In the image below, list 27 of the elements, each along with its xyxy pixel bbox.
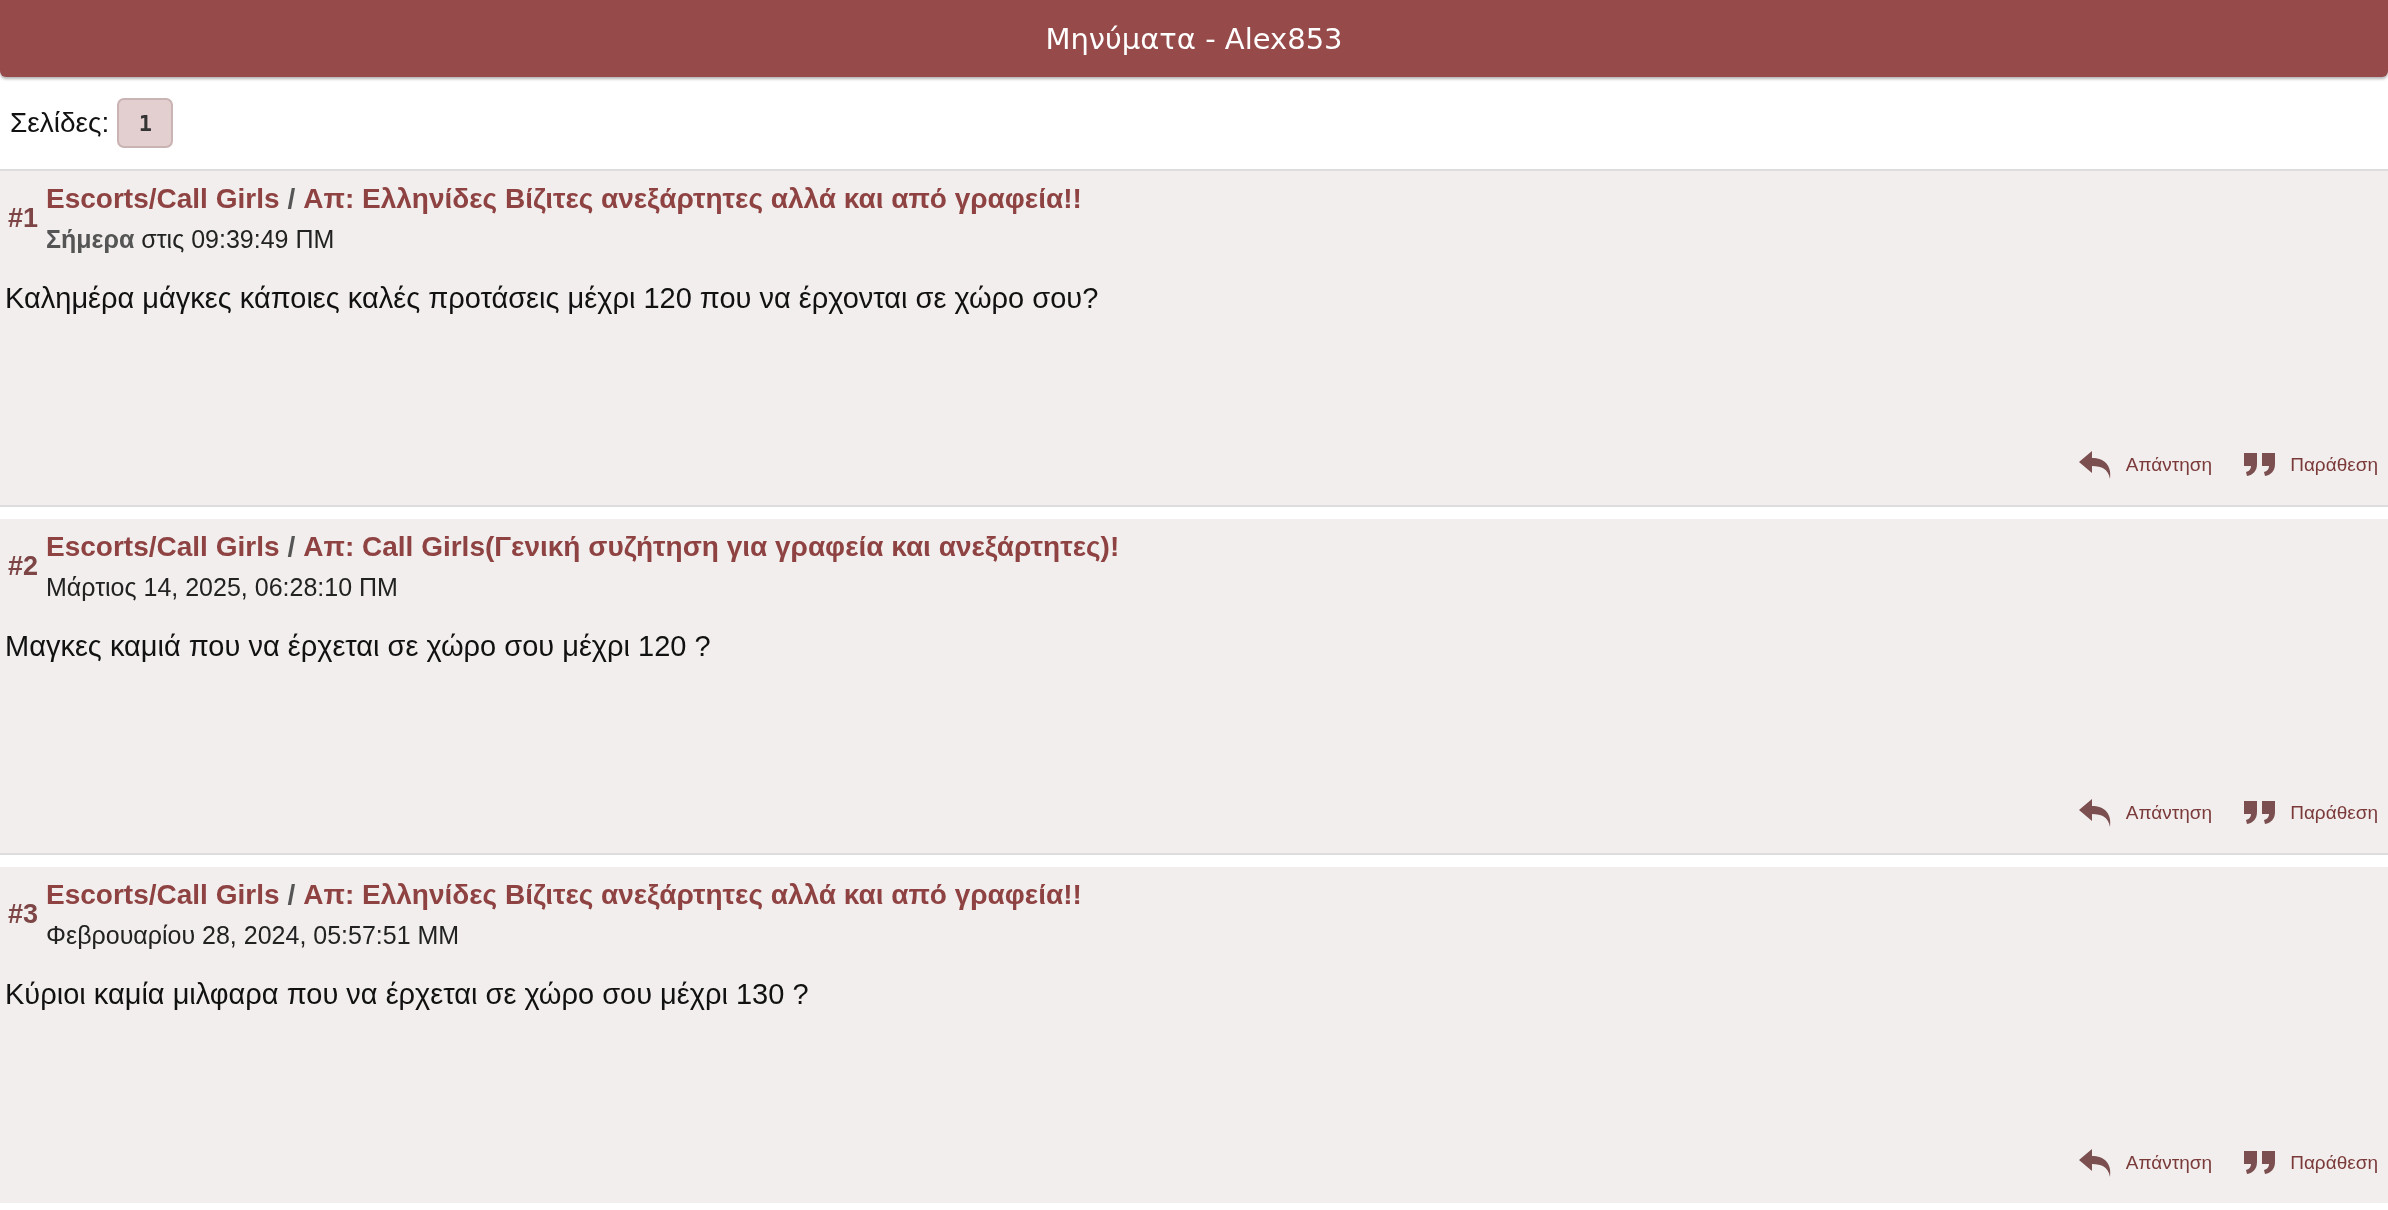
board-link[interactable]: Escorts/Call Girls	[46, 879, 280, 911]
post-body: Κύριοι καμία μιλφαρα που να έρχεται σε χώρο σου μέχρι 130 ?	[5, 978, 809, 1010]
reply-button[interactable]: Απάντηση	[2077, 449, 2213, 481]
quote-button[interactable]: Παράθεση	[2242, 1147, 2378, 1179]
quote-button[interactable]: Παράθεση	[2242, 449, 2378, 481]
topic-link[interactable]: Απ: Ελληνίδες Βίζιτες ανεξάρτητες αλλά και από γραφεία!!	[303, 879, 1082, 911]
post-number: #3	[8, 899, 39, 930]
topic-link[interactable]: Απ: Call Girls(Γενική συζήτηση για γραφεία και ανεξάρτητες)!	[303, 531, 1120, 563]
board-link[interactable]: Escorts/Call Girls	[46, 183, 280, 215]
post-date: Μάρτιος 14, 2025, 06:28:10 ΠΜ	[46, 573, 399, 602]
reply-button[interactable]: Απάντηση	[2077, 797, 2213, 829]
post-date: Σήμερα στις 09:39:49 ΠΜ	[46, 225, 336, 254]
post-date: Φεβρουαρίου 28, 2024, 05:57:51 ΜΜ	[46, 921, 461, 950]
separator: /	[287, 879, 296, 911]
reply-button[interactable]: Απάντηση	[2077, 1147, 2213, 1179]
page-title: Μηνύματα - Alex853	[1045, 21, 1343, 56]
separator: /	[287, 531, 296, 563]
post-body: Καλημέρα μάγκες κάποιες καλές προτάσεις μέχρι 120 που να έρχονται σε χώρο σου?	[5, 282, 1099, 314]
topic-link[interactable]: Απ: Ελληνίδες Βίζιτες ανεξάρτητες αλλά και από γραφεία!!	[303, 183, 1082, 215]
post-number: #1	[8, 203, 39, 234]
separator: /	[287, 183, 296, 215]
quote-button[interactable]: Παράθεση	[2242, 797, 2378, 829]
page-button[interactable]: 1	[117, 98, 174, 148]
post-number: #2	[8, 551, 39, 582]
post-body: Μαγκες καμιά που να έρχεται σε χώρο σου μέχρι 120 ?	[5, 630, 711, 662]
pages-label: Σελίδες:	[10, 107, 110, 139]
board-link[interactable]: Escorts/Call Girls	[46, 531, 280, 563]
